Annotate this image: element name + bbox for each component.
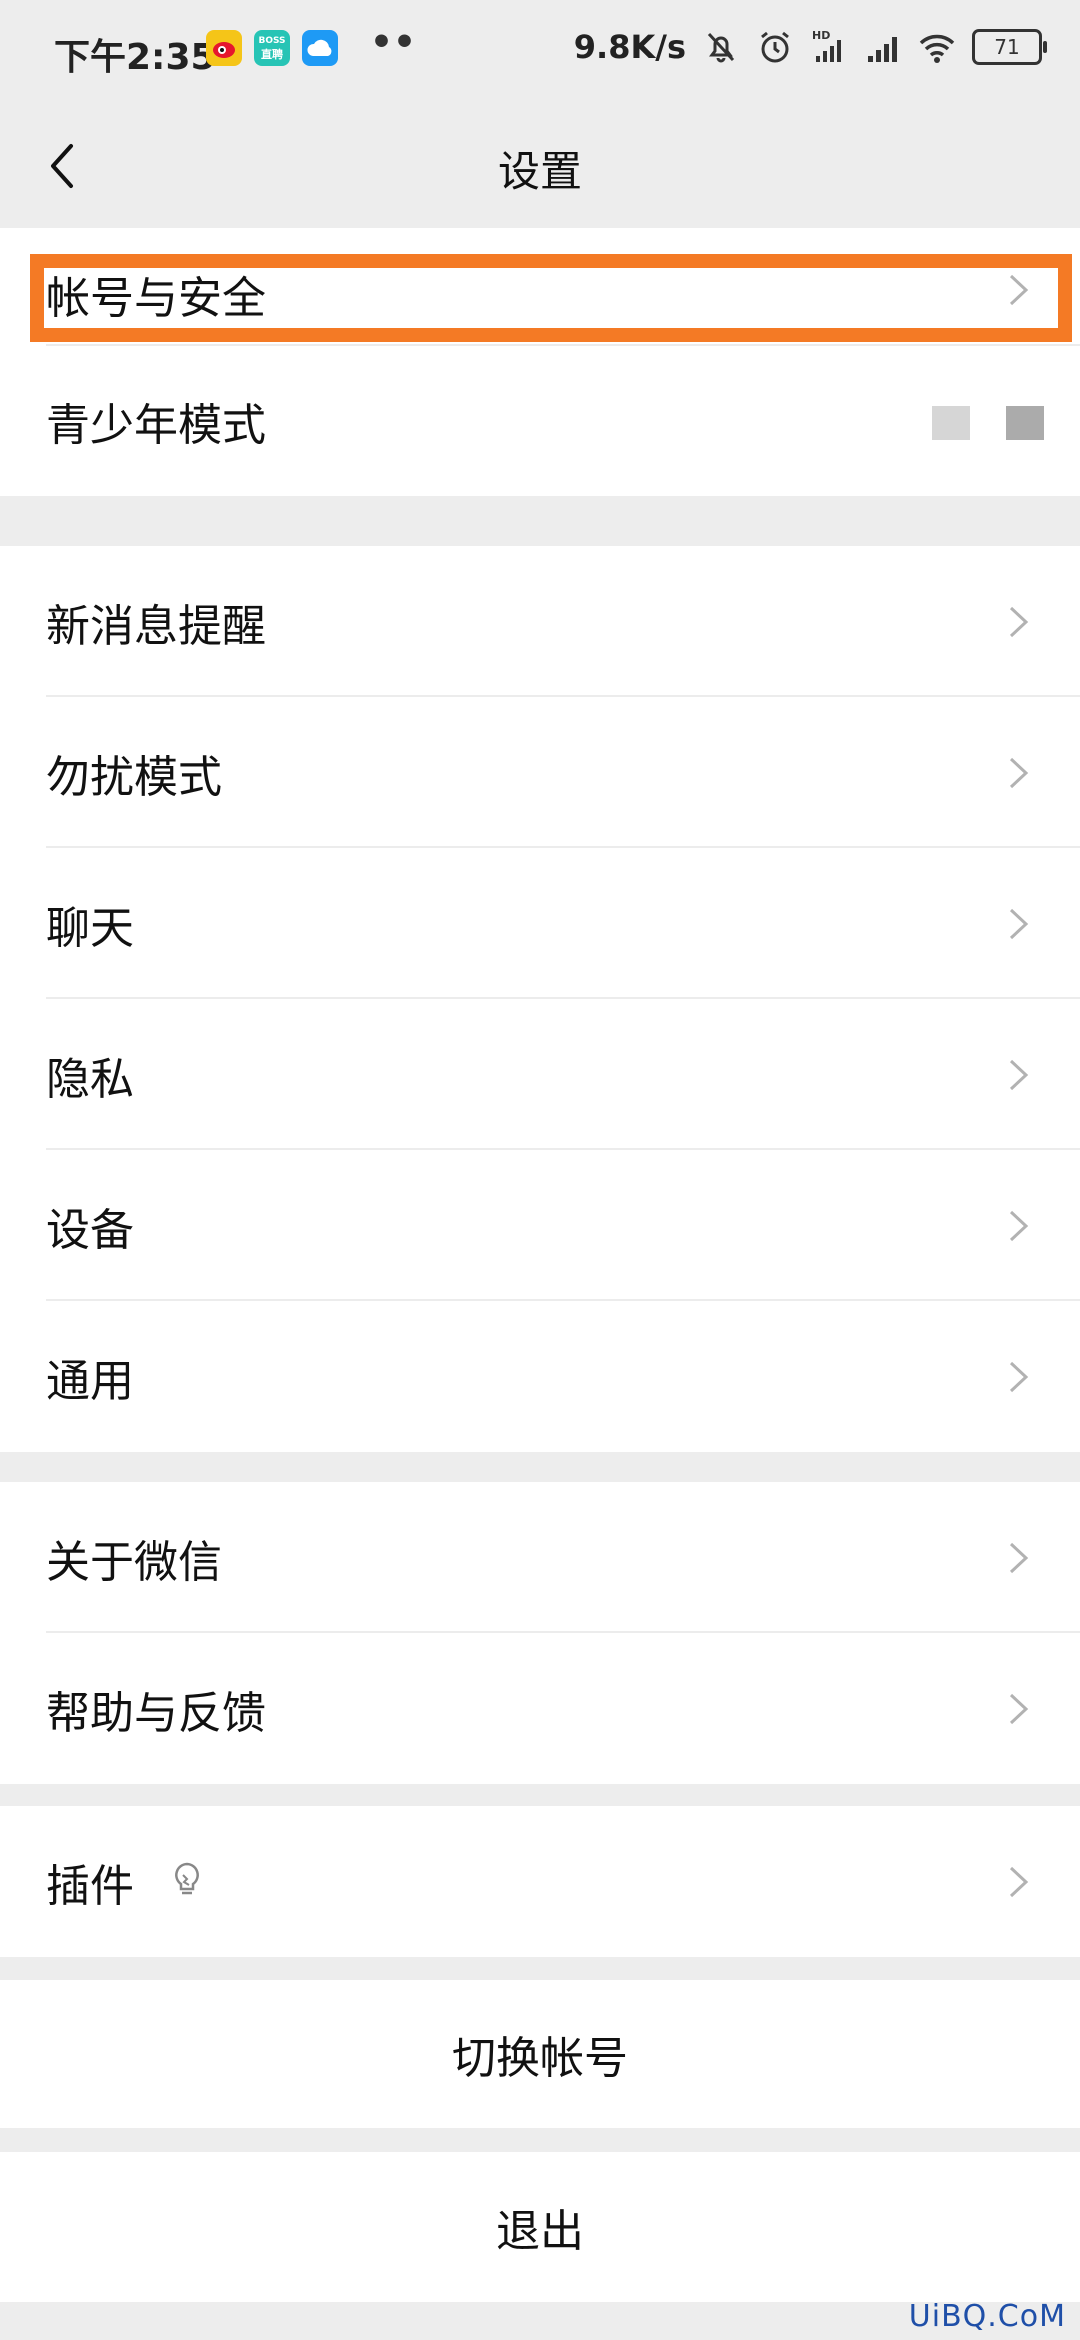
group-logout: 退出 — [0, 2152, 1080, 2302]
chevron-right-icon — [1009, 908, 1029, 940]
wifi-icon — [919, 34, 955, 63]
settings-item-help-feedback[interactable]: 帮助与反馈 — [0, 1633, 1080, 1784]
logout-button[interactable]: 退出 — [0, 2152, 1080, 2302]
settings-item-label: 勿扰模式 — [46, 751, 222, 803]
status-indicators: 9.8K/s HD 71 — [573, 28, 1047, 66]
chevron-right-icon — [1009, 1693, 1029, 1725]
cloud-app-icon — [302, 30, 338, 66]
watermark: UiBQ.CoM — [908, 2299, 1066, 2334]
group-about: 关于微信 帮助与反馈 — [0, 1482, 1080, 1784]
boss-label-top: BOSS — [258, 36, 286, 46]
lightbulb-icon — [175, 1862, 199, 1895]
settings-item-chats[interactable]: 聊天 — [0, 848, 1080, 999]
weibo-icon — [206, 30, 242, 66]
settings-item-youth-mode[interactable]: 青少年模式 — [0, 346, 1080, 496]
svg-text:HD: HD — [812, 29, 830, 42]
settings-item-label: 插件 — [46, 1860, 134, 1912]
settings-item-plugins[interactable]: 插件 — [0, 1806, 1080, 1957]
settings-item-label: 新消息提醒 — [46, 600, 266, 652]
chevron-right-icon — [1009, 1210, 1029, 1242]
status-more-dots: •• — [370, 22, 417, 63]
nav-bar: 设置 — [0, 104, 1080, 228]
mute-bell-icon — [707, 32, 735, 63]
signal-icon — [868, 37, 897, 62]
settings-item-general[interactable]: 通用 — [0, 1301, 1080, 1452]
group-main: 新消息提醒 勿扰模式 聊天 隐私 设备 通用 — [0, 546, 1080, 1452]
group-plugins: 插件 — [0, 1806, 1080, 1957]
youth-mode-status — [932, 406, 1044, 440]
settings-item-label: 青少年模式 — [46, 400, 266, 451]
settings-item-new-message-alerts[interactable]: 新消息提醒 — [0, 546, 1080, 697]
settings-item-label: 聊天 — [46, 902, 134, 954]
settings-item-do-not-disturb[interactable]: 勿扰模式 — [0, 697, 1080, 848]
status-square-light — [932, 406, 970, 440]
chevron-right-icon — [1009, 757, 1029, 789]
settings-item-devices[interactable]: 设备 — [0, 1150, 1080, 1301]
settings-item-label: 帮助与反馈 — [46, 1687, 266, 1739]
status-bar: 下午2:35 BOSS 直聘 •• 9.8K/s HD 71 — [0, 0, 1080, 104]
net-speed: 9.8K/s — [573, 28, 686, 66]
group-switch-account: 切换帐号 — [0, 1980, 1080, 2128]
status-app-icons: BOSS 直聘 — [206, 30, 338, 66]
status-square-dark — [1006, 406, 1044, 440]
logout-label: 退出 — [496, 2206, 584, 2257]
battery-indicator: 71 — [972, 29, 1047, 65]
switch-account-label: 切换帐号 — [452, 2033, 628, 2084]
battery-level: 71 — [994, 35, 1020, 59]
boss-label-bottom: 直聘 — [261, 48, 283, 61]
settings-item-label: 隐私 — [46, 1053, 134, 1105]
settings-item-privacy[interactable]: 隐私 — [0, 999, 1080, 1150]
highlight-frame — [30, 254, 1072, 342]
settings-item-label: 关于微信 — [46, 1536, 222, 1588]
page-title: 设置 — [497, 147, 582, 196]
chevron-right-icon — [1009, 1059, 1029, 1091]
status-time: 下午2:35 — [54, 37, 216, 78]
chevron-right-icon — [1009, 606, 1029, 638]
boss-zhipin-icon: BOSS 直聘 — [254, 30, 290, 66]
settings-item-label: 通用 — [46, 1355, 134, 1407]
settings-item-about-wechat[interactable]: 关于微信 — [0, 1482, 1080, 1633]
switch-account-button[interactable]: 切换帐号 — [0, 1980, 1080, 2128]
chevron-right-icon — [1009, 1361, 1029, 1393]
alarm-icon — [761, 31, 789, 63]
settings-item-label: 设备 — [46, 1204, 134, 1256]
chevron-right-icon — [1009, 1866, 1029, 1898]
hd-signal-icon: HD — [812, 29, 841, 62]
chevron-right-icon — [1009, 1542, 1029, 1574]
